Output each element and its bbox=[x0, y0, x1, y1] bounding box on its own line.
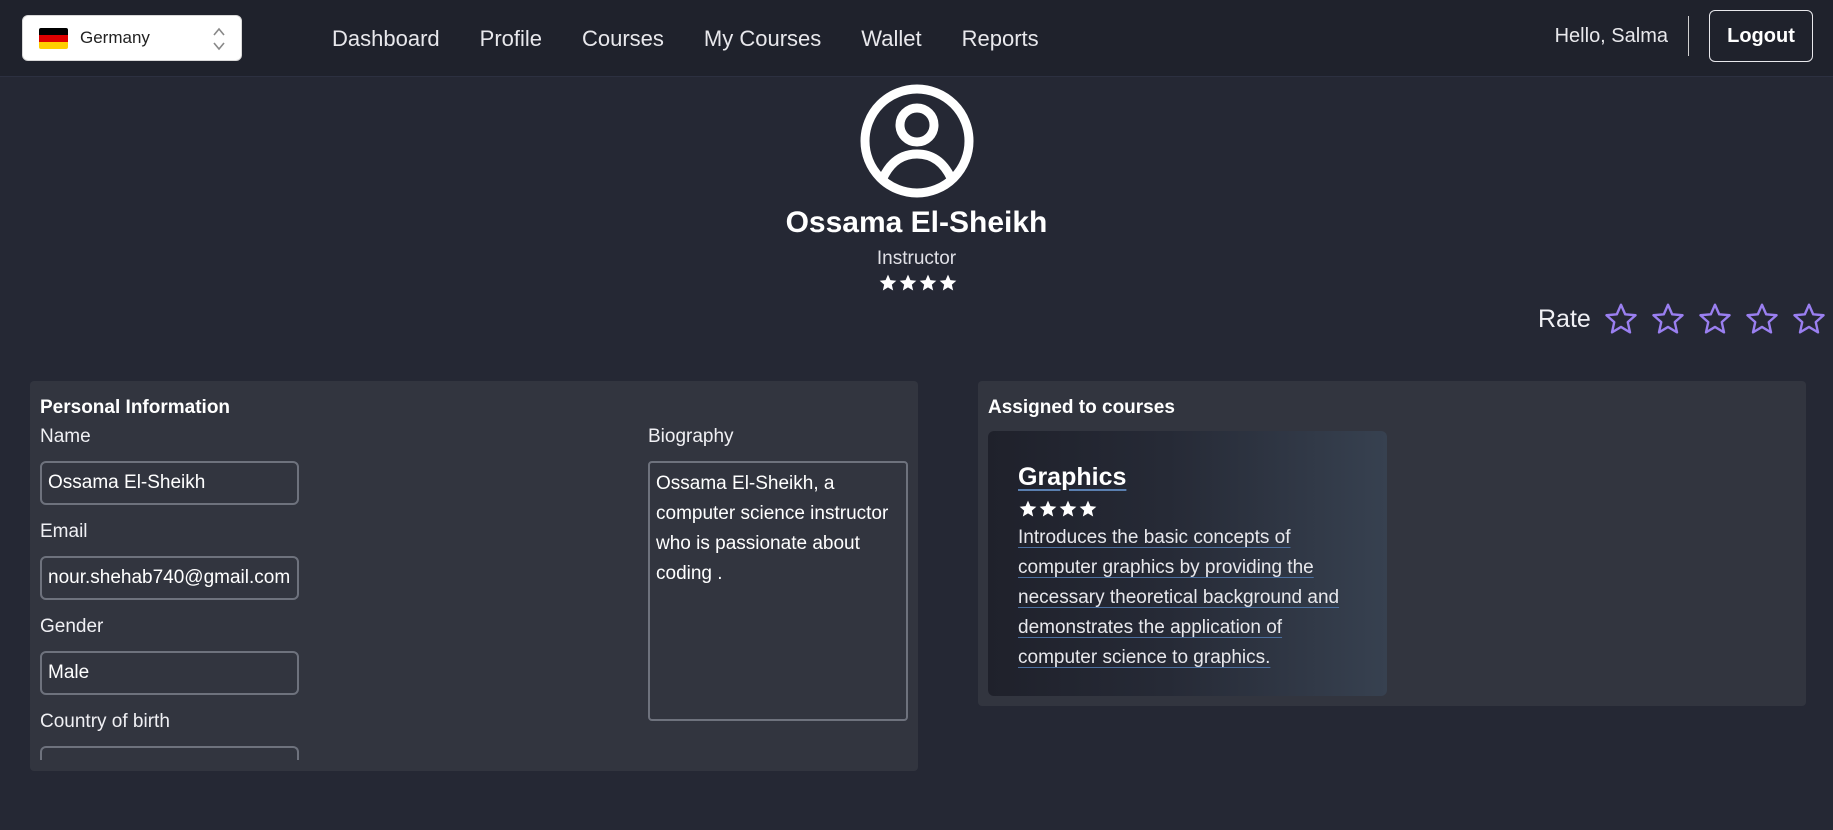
profile-rating bbox=[878, 273, 958, 293]
biography-label: Biography bbox=[648, 426, 734, 447]
greeting-text: Hello, Salma bbox=[1554, 24, 1668, 47]
profile-name: Ossama El-Sheikh bbox=[785, 206, 1048, 239]
rate-star-3-icon[interactable] bbox=[1697, 301, 1733, 337]
assigned-courses-panel: Assigned to courses Graphics Introduces … bbox=[978, 381, 1806, 706]
nav-link-reports[interactable]: Reports bbox=[962, 26, 1039, 52]
star-filled-icon bbox=[899, 274, 917, 291]
rate-star-5-icon[interactable] bbox=[1791, 301, 1827, 337]
country-of-birth-field[interactable] bbox=[40, 746, 299, 760]
nav-link-profile[interactable]: Profile bbox=[480, 26, 542, 52]
star-filled-icon bbox=[1059, 500, 1077, 517]
name-field[interactable]: Ossama El-Sheikh bbox=[40, 461, 299, 505]
name-label: Name bbox=[40, 426, 91, 447]
star-filled-icon bbox=[1019, 500, 1037, 517]
country-select[interactable]: Germany bbox=[22, 15, 242, 61]
nav-user-area: Hello, Salma Logout bbox=[1555, 10, 1813, 62]
star-filled-icon bbox=[1079, 500, 1097, 517]
country-of-birth-label: Country of birth bbox=[40, 711, 170, 732]
logout-button[interactable]: Logout bbox=[1709, 10, 1813, 62]
email-label: Email bbox=[40, 521, 88, 542]
star-filled-icon bbox=[1039, 500, 1057, 517]
rate-star-2-icon[interactable] bbox=[1650, 301, 1686, 337]
nav-link-dashboard[interactable]: Dashboard bbox=[332, 26, 440, 52]
germany-flag-icon bbox=[39, 27, 68, 49]
nav-links: Dashboard Profile Courses My Courses Wal… bbox=[332, 0, 1079, 77]
assigned-courses-title: Assigned to courses bbox=[988, 397, 1175, 418]
biography-textarea[interactable]: Ossama El-Sheikh, a computer science ins… bbox=[648, 461, 908, 721]
course-card[interactable]: Graphics Introduces the basic concepts o… bbox=[988, 431, 1387, 696]
nav-link-wallet[interactable]: Wallet bbox=[861, 26, 921, 52]
select-chevron-icon bbox=[213, 27, 225, 51]
personal-info-panel: Personal Information Name Ossama El-Shei… bbox=[30, 381, 918, 771]
star-filled-icon bbox=[939, 274, 957, 291]
country-select-value: Germany bbox=[80, 28, 150, 47]
rate-label: Rate bbox=[1538, 304, 1591, 333]
email-field[interactable]: nour.shehab740@gmail.com bbox=[40, 556, 299, 600]
personal-info-title: Personal Information bbox=[40, 397, 231, 418]
gender-field[interactable]: Male bbox=[40, 651, 299, 695]
nav-link-courses[interactable]: Courses bbox=[582, 26, 664, 52]
gender-label: Gender bbox=[40, 616, 104, 637]
course-rating bbox=[1018, 499, 1098, 519]
rate-star-1-icon[interactable] bbox=[1603, 301, 1639, 337]
top-navbar: Germany Dashboard Profile Courses My Cou… bbox=[0, 0, 1833, 77]
course-title[interactable]: Graphics bbox=[1018, 463, 1126, 492]
course-description[interactable]: Introduces the basic concepts of compute… bbox=[1018, 523, 1358, 673]
nav-divider bbox=[1688, 16, 1689, 56]
rate-instructor: Rate bbox=[1538, 301, 1827, 337]
nav-link-my-courses[interactable]: My Courses bbox=[704, 26, 821, 52]
profile-role: Instructor bbox=[876, 248, 957, 269]
star-filled-icon bbox=[879, 274, 897, 291]
star-filled-icon bbox=[919, 274, 937, 291]
user-avatar-icon bbox=[860, 84, 974, 198]
rate-star-4-icon[interactable] bbox=[1744, 301, 1780, 337]
